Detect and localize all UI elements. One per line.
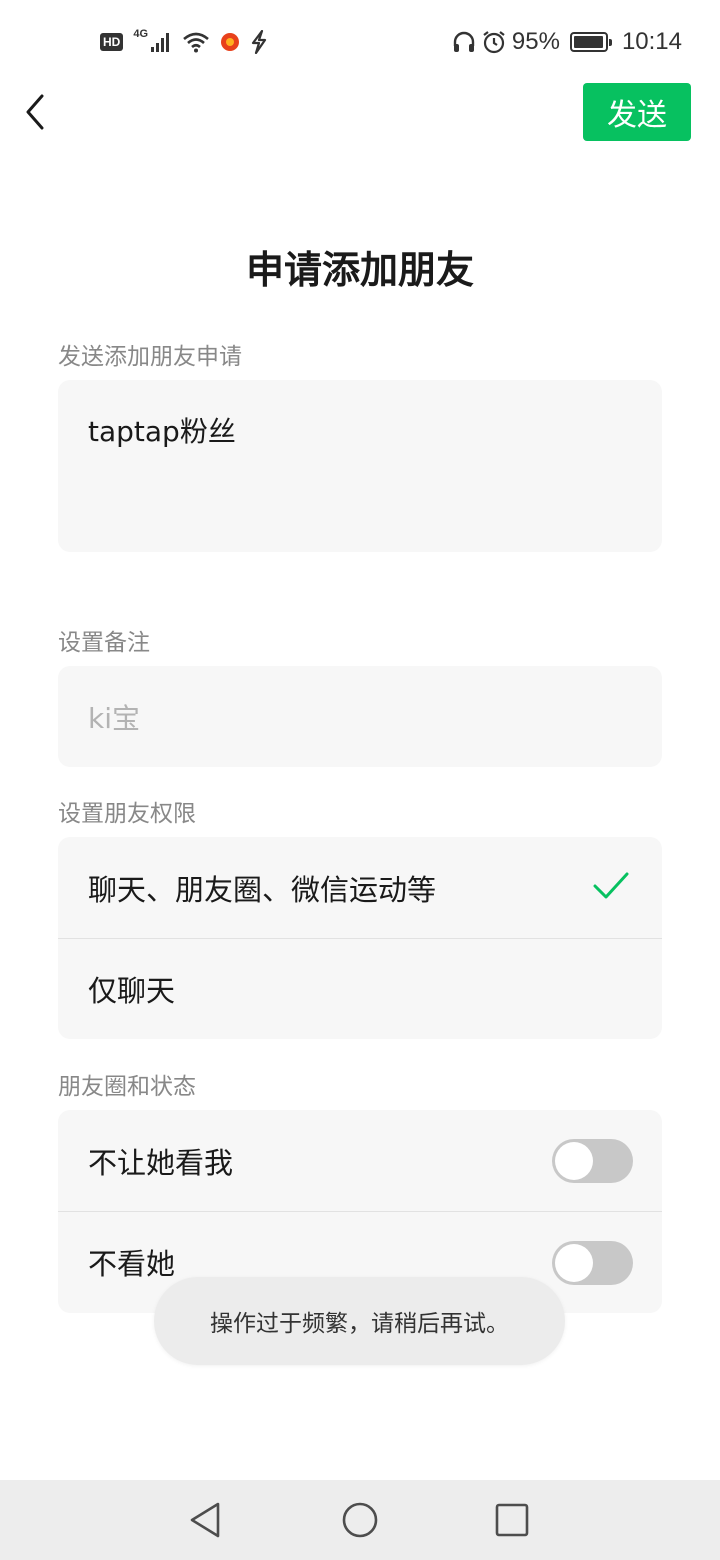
hide-her-posts-toggle[interactable]	[552, 1241, 633, 1285]
request-message-box[interactable]: taptap粉丝	[58, 380, 662, 552]
hide-my-posts-label: 不让她看我	[88, 1145, 234, 1180]
hd-badge: HD	[100, 33, 124, 51]
wifi-icon	[183, 32, 209, 53]
nav-back-icon[interactable]	[186, 1500, 226, 1540]
app-notification-icon	[221, 33, 240, 51]
remark-label: 设置备注	[58, 630, 150, 656]
hide-my-posts-row: 不让她看我	[58, 1110, 662, 1211]
hide-my-posts-toggle[interactable]	[552, 1139, 633, 1183]
network-type: 4G	[133, 28, 149, 40]
permission-option-label: 聊天、朋友圈、微信运动等	[88, 872, 437, 907]
back-chevron-icon	[26, 94, 44, 130]
nav-recents-icon[interactable]	[492, 1500, 532, 1540]
back-button[interactable]	[16, 88, 60, 136]
battery-icon	[569, 32, 612, 52]
moments-label: 朋友圈和状态	[58, 1074, 196, 1100]
system-navigation-bar	[0, 1480, 720, 1560]
hide-her-posts-label: 不看她	[88, 1247, 176, 1281]
checkmark-icon	[593, 872, 629, 899]
permissions-label: 设置朋友权限	[58, 801, 196, 827]
remark-input[interactable]: ki宝	[58, 666, 662, 767]
status-right: 95% 10:14	[452, 26, 682, 58]
battery-percent: 95%	[511, 28, 560, 55]
request-message-label: 发送添加朋友申请	[58, 344, 242, 370]
permission-option-all[interactable]: 聊天、朋友圈、微信运动等	[58, 837, 662, 938]
request-message-text[interactable]: taptap粉丝	[58, 380, 662, 552]
nav-home-icon[interactable]	[340, 1500, 380, 1540]
remark-field[interactable]: ki宝	[58, 666, 662, 767]
alarm-icon	[483, 31, 505, 54]
status-bar: HD 4G 95% 10:14	[0, 0, 720, 84]
permission-option-chat-only[interactable]: 仅聊天	[58, 938, 662, 1039]
signal-icon	[151, 33, 170, 52]
status-left: HD 4G	[100, 26, 268, 58]
toggle-knob	[555, 1142, 593, 1180]
battery-fill	[573, 36, 603, 48]
clock: 10:14	[621, 28, 682, 55]
permissions-list: 聊天、朋友圈、微信运动等 仅聊天	[58, 837, 662, 1039]
toast-message: 操作过于频繁，请稍后再试。	[154, 1277, 565, 1365]
permission-option-label: 仅聊天	[88, 974, 176, 1008]
send-button[interactable]: 发送	[583, 83, 691, 141]
flash-app-icon	[251, 30, 267, 54]
page-title: 申请添加朋友	[245, 248, 474, 292]
toggle-knob	[555, 1244, 593, 1282]
headphones-icon	[453, 31, 475, 52]
